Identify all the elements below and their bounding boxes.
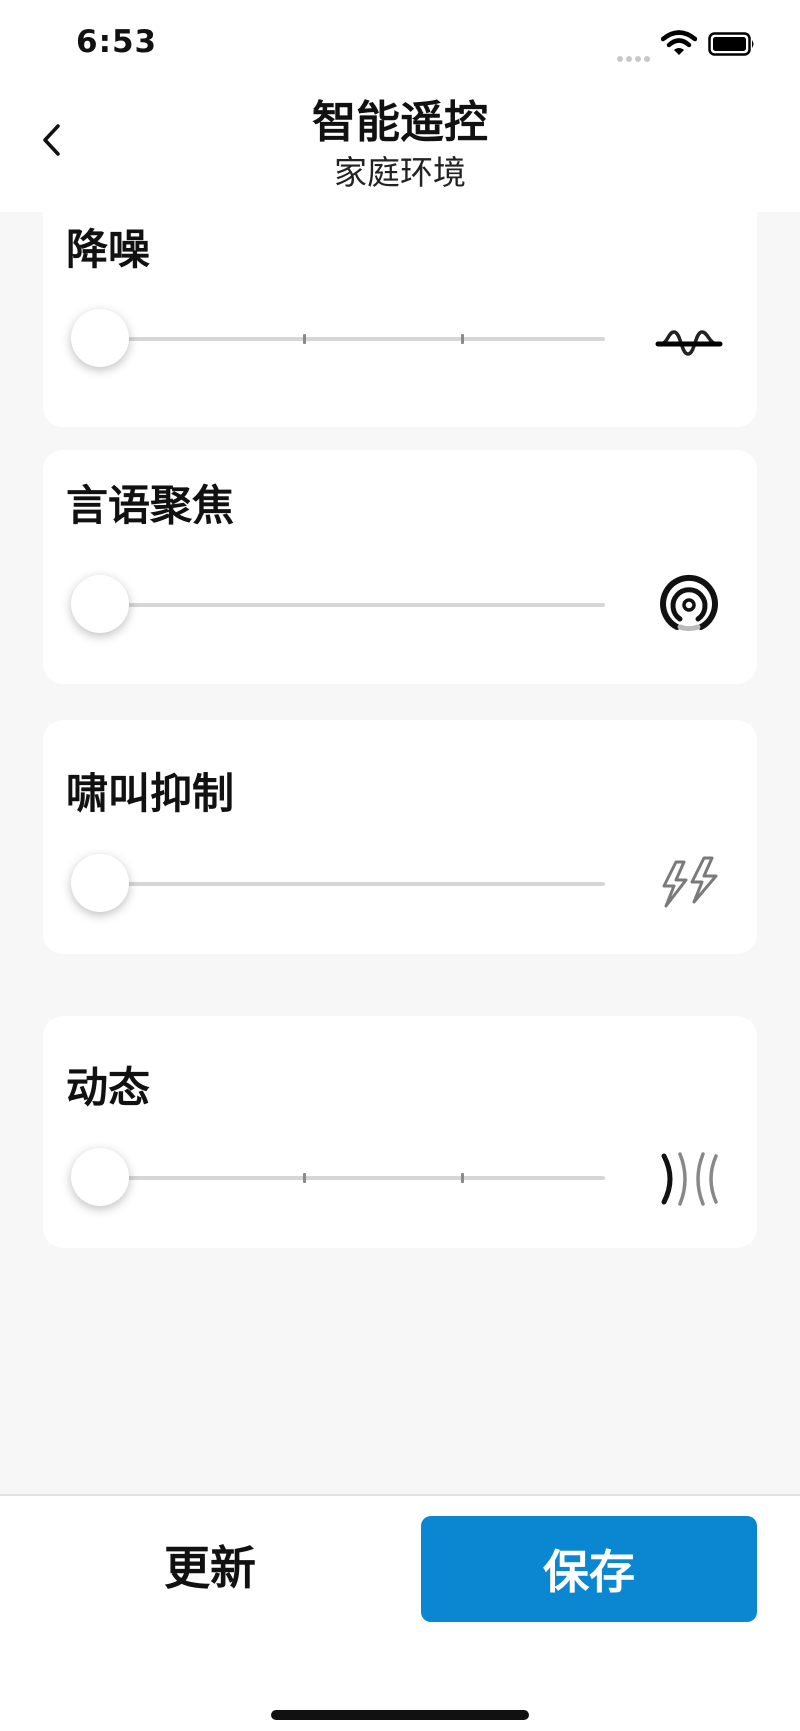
slider-track [97,337,605,341]
control-card-dynamic: 动态 [43,1016,757,1248]
slider-thumb[interactable] [71,309,129,367]
status-bar: 6:53 [0,0,800,90]
feedback-suppression-slider[interactable] [71,854,605,914]
control-card-feedback-suppression: 啸叫抑制 [43,720,757,954]
feedback-suppression-icon [662,856,718,908]
slider-thumb[interactable] [71,1148,129,1206]
slider-thumb[interactable] [71,575,129,633]
update-button[interactable]: 更新 [90,1512,330,1618]
noise-reduction-icon [655,330,723,356]
slider-track [97,1176,605,1180]
dynamic-icon [661,1152,718,1206]
slider-tick [461,334,464,344]
control-label: 言语聚焦 [66,481,235,530]
home-indicator[interactable] [271,1710,529,1720]
slider-tick [303,1173,306,1183]
noise-reduction-slider[interactable] [71,309,605,369]
page-title: 智能遥控 [312,97,488,148]
controls-scroll-area[interactable]: 降噪 言语聚焦 啸叫抑制 动态 [0,212,800,1274]
slider-tick [461,1173,464,1183]
wifi-icon [661,30,697,55]
speech-focus-icon [660,575,718,632]
battery-icon [708,32,754,56]
slider-tick [303,334,306,344]
dynamic-slider[interactable] [71,1148,605,1208]
control-card-speech-focus: 言语聚焦 [43,450,757,684]
slider-thumb[interactable] [71,854,129,912]
control-label: 啸叫抑制 [66,769,235,818]
control-card-noise-reduction: 降噪 [43,212,757,427]
bottom-action-bar: 更新 保存 [0,1496,800,1731]
page-subtitle: 家庭环境 [334,153,466,192]
status-time: 6:53 [76,24,158,60]
control-label: 降噪 [66,225,151,274]
cellular-signal-icon [617,47,653,62]
empty-area [0,1274,800,1494]
speech-focus-slider[interactable] [71,575,605,635]
slider-track [97,603,605,607]
slider-track [97,882,605,886]
control-label: 动态 [66,1063,151,1112]
save-button[interactable]: 保存 [421,1516,757,1622]
